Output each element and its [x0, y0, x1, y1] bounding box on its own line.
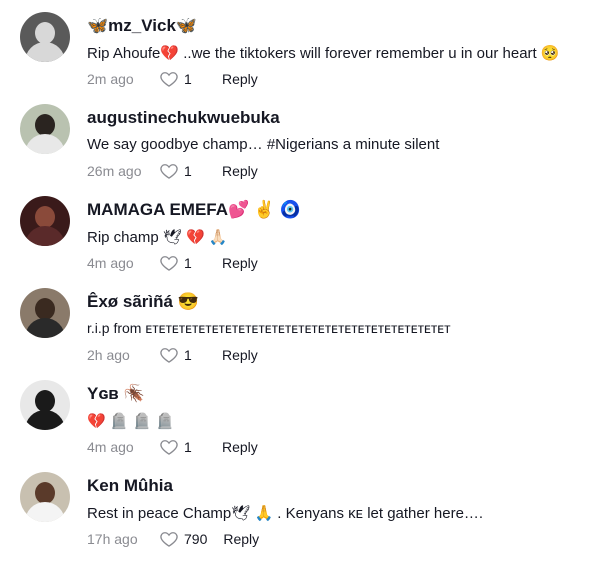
- comment-text: r.i.p from ᴇᴛᴇᴛᴇᴛᴇᴛᴇᴛᴇᴛᴇᴛᴇᴛᴇᴛᴇᴛᴇᴛᴇᴛᴇᴛᴇᴛᴇ…: [87, 320, 451, 336]
- like-button[interactable]: 1: [159, 69, 206, 89]
- like-button[interactable]: 1: [159, 437, 206, 457]
- reply-button[interactable]: Reply: [222, 347, 258, 363]
- comment-text: Rip champ 🕊 💔 🙏🏻: [87, 229, 228, 246]
- comment-list: 🦋mz_Vick🦋 Rip Ahoufe💔 ..we the tiktokers…: [0, 0, 589, 547]
- comment-item: Ken Mûhia Rest in peace Champ🕊 🙏 . Kenya…: [0, 472, 589, 564]
- avatar[interactable]: [20, 288, 70, 338]
- heart-icon: [160, 164, 178, 179]
- heart-icon: [160, 532, 178, 547]
- comment-item: Yɢʙ 🪳 💔 🪦 🪦 🪦 4m ago 1 Reply: [0, 380, 589, 472]
- comment-time: 4m ago: [87, 255, 134, 271]
- like-button[interactable]: 1: [159, 345, 206, 365]
- comment-text: 💔 🪦 🪦 🪦: [87, 413, 175, 430]
- comment-username[interactable]: Yɢʙ 🪳: [87, 384, 145, 404]
- like-count: 1: [184, 439, 192, 455]
- reply-button[interactable]: Reply: [222, 71, 258, 87]
- comment-username[interactable]: Ken Mûhia: [87, 476, 173, 496]
- reply-button[interactable]: Reply: [222, 163, 258, 179]
- comment-meta: 17h ago 790 Reply: [87, 529, 259, 549]
- comment-item: Êxø sãrìñá 😎 r.i.p from ᴇᴛᴇᴛᴇᴛᴇᴛᴇᴛᴇᴛᴇᴛᴇᴛ…: [0, 288, 589, 380]
- reply-button[interactable]: Reply: [222, 439, 258, 455]
- like-button[interactable]: 790: [159, 529, 207, 549]
- comment-item: 🦋mz_Vick🦋 Rip Ahoufe💔 ..we the tiktokers…: [0, 12, 589, 104]
- comment-username[interactable]: augustinechukwuebuka: [87, 108, 280, 128]
- comment-meta: 26m ago 1 Reply: [87, 161, 258, 181]
- comment-item: MAMAGA EMEFA💕 ✌️ 🧿 Rip champ 🕊 💔 🙏🏻 4m a…: [0, 196, 589, 288]
- avatar[interactable]: [20, 12, 70, 62]
- like-button[interactable]: 1: [159, 253, 206, 273]
- heart-icon: [160, 256, 178, 271]
- comment-meta: 2m ago 1 Reply: [87, 69, 258, 89]
- heart-icon: [160, 440, 178, 455]
- comment-username[interactable]: Êxø sãrìñá 😎: [87, 292, 199, 312]
- heart-icon: [160, 72, 178, 87]
- comment-username[interactable]: 🦋mz_Vick🦋: [87, 16, 197, 36]
- avatar[interactable]: [20, 380, 70, 430]
- like-count: 1: [184, 347, 192, 363]
- avatar[interactable]: [20, 196, 70, 246]
- comment-time: 26m ago: [87, 163, 142, 179]
- comment-text: Rest in peace Champ🕊 🙏 . Kenyans ᴋᴇ let …: [87, 505, 484, 522]
- comment-meta: 2h ago 1 Reply: [87, 345, 258, 365]
- comment-time: 2m ago: [87, 71, 134, 87]
- reply-button[interactable]: Reply: [222, 255, 258, 271]
- avatar[interactable]: [20, 472, 70, 522]
- comment-meta: 4m ago 1 Reply: [87, 253, 258, 273]
- comment-text: Rip Ahoufe💔 ..we the tiktokers will fore…: [87, 45, 560, 62]
- comment-item: augustinechukwuebuka We say goodbye cham…: [0, 104, 589, 196]
- avatar[interactable]: [20, 104, 70, 154]
- like-count: 1: [184, 71, 192, 87]
- like-count: 1: [184, 255, 192, 271]
- like-count: 1: [184, 163, 192, 179]
- heart-icon: [160, 348, 178, 363]
- comment-meta: 4m ago 1 Reply: [87, 437, 258, 457]
- comment-text: We say goodbye champ… #Nigerians a minut…: [87, 136, 440, 153]
- comment-time: 4m ago: [87, 439, 134, 455]
- comment-username[interactable]: MAMAGA EMEFA💕 ✌️ 🧿: [87, 200, 301, 220]
- like-button[interactable]: 1: [159, 161, 206, 181]
- comment-time: 2h ago: [87, 347, 130, 363]
